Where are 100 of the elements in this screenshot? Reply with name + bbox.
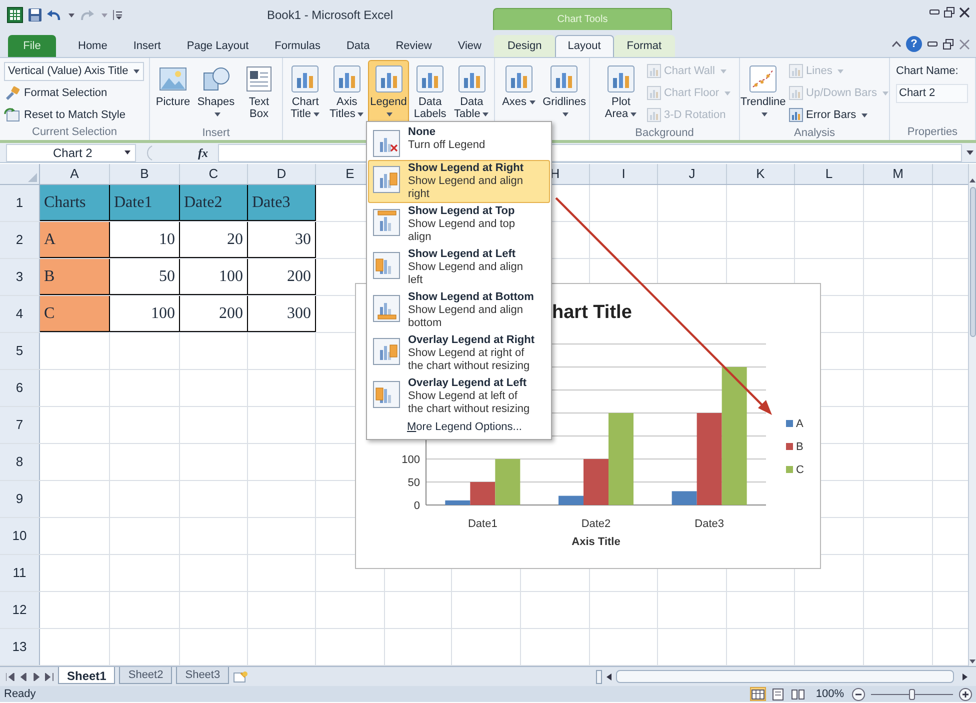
table-cell: 100 <box>110 296 180 332</box>
chart-name-field[interactable]: Chart 2 <box>896 84 968 102</box>
row-header[interactable]: 4 <box>0 296 40 332</box>
column-header[interactable]: D <box>248 164 316 184</box>
row-header[interactable]: 5 <box>0 333 40 369</box>
previous-sheet-icon[interactable] <box>19 672 28 680</box>
insert-sheet-icon[interactable] <box>233 670 250 682</box>
row-header[interactable]: 8 <box>0 444 40 480</box>
element-dropdown[interactable]: Vertical (Value) Axis Title <box>4 62 144 81</box>
ribbon-tab[interactable]: Layout <box>554 35 614 57</box>
zoom-slider-thumb[interactable] <box>909 688 915 700</box>
help-button[interactable]: ? <box>906 36 922 52</box>
row-header[interactable]: 7 <box>0 407 40 443</box>
column-header[interactable]: I <box>590 164 658 184</box>
row-header[interactable]: 13 <box>0 629 40 665</box>
scroll-thumb[interactable] <box>970 187 976 337</box>
menu-item[interactable]: Overlay Legend at Left Show Legend at left of the chart without resizing <box>368 375 550 418</box>
view-button[interactable] <box>790 687 806 701</box>
menu-item[interactable]: None Turn off Legend <box>368 124 550 160</box>
column-header[interactable]: C <box>180 164 248 184</box>
collapse-ribbon-icon[interactable] <box>892 41 901 47</box>
scroll-left-icon[interactable] <box>606 672 612 680</box>
row-header[interactable]: 2 <box>0 222 40 258</box>
scroll-up-icon[interactable] <box>969 178 976 183</box>
sheet-tab[interactable]: Sheet2 <box>119 667 172 684</box>
ribbon-button[interactable]: Trendline <box>740 60 786 126</box>
caret-icon <box>386 112 393 117</box>
name-box-value: Chart 2 <box>53 144 92 162</box>
sheet-tab[interactable]: Sheet1 <box>58 667 116 684</box>
ribbon-button[interactable]: Text Box <box>238 60 280 126</box>
ribbon-button[interactable]: Axis Titles <box>326 60 368 126</box>
close-icon[interactable] <box>959 6 970 18</box>
menu-item[interactable]: Show Legend at Bottom Show Legend and align bottom <box>368 289 550 332</box>
scroll-down-icon[interactable] <box>969 659 976 664</box>
axis-tick-label: 100 <box>402 454 420 466</box>
caret-icon <box>124 150 131 155</box>
customize-toolbar-icon[interactable] <box>113 10 122 20</box>
ribbon-tab[interactable]: Formulas <box>262 35 334 57</box>
column-header[interactable]: L <box>795 164 864 184</box>
view-button[interactable] <box>750 687 766 701</box>
caret-icon <box>720 68 727 74</box>
row-header[interactable]: 6 <box>0 370 40 406</box>
scroll-thumb[interactable] <box>616 670 954 683</box>
table-cell: Date3 <box>248 185 316 221</box>
ribbon-tab[interactable]: Design <box>494 35 555 57</box>
column-header[interactable]: B <box>110 164 180 184</box>
minimize-icon[interactable] <box>927 39 938 49</box>
minimize-icon[interactable] <box>929 7 940 17</box>
restore-icon[interactable] <box>943 38 954 50</box>
row-header[interactable]: 10 <box>0 518 40 554</box>
ribbon-tab[interactable]: Data <box>333 35 383 57</box>
next-sheet-icon[interactable] <box>32 672 41 680</box>
row-header[interactable]: 3 <box>0 259 40 295</box>
ribbon-command[interactable]: Format Selection <box>4 83 108 103</box>
menu-item[interactable]: Overlay Legend at Right Show Legend at right of the chart without resizing <box>368 332 550 375</box>
ribbon-button[interactable]: Shapes <box>195 60 237 126</box>
insert-function-button[interactable]: fx <box>198 144 214 162</box>
column-header[interactable]: M <box>864 164 933 184</box>
save-icon[interactable] <box>28 8 42 22</box>
ribbon-button[interactable]: Gridlines <box>542 60 587 126</box>
ribbon-command[interactable]: Error Bars <box>789 105 889 125</box>
column-header[interactable]: J <box>658 164 727 184</box>
menu-item[interactable]: Show Legend at Top Show Legend and top align <box>368 203 550 246</box>
ribbon-tab[interactable]: Review <box>382 35 445 57</box>
row-header[interactable]: 1 <box>0 185 40 221</box>
name-box[interactable]: Chart 2 <box>6 144 136 162</box>
column-header[interactable]: A <box>40 164 110 184</box>
sheet-tab[interactable]: Sheet3 <box>176 667 230 684</box>
bar-chart-icon <box>504 64 534 94</box>
ribbon-tab[interactable]: Insert <box>120 35 174 57</box>
zoom-out-icon[interactable] <box>852 688 865 700</box>
bar-chart-icon <box>456 64 487 94</box>
menu-item[interactable]: More Legend Options... <box>407 419 522 436</box>
ribbon-button[interactable]: Chart Title <box>285 60 326 126</box>
ribbon-tab[interactable]: View <box>444 35 494 57</box>
table-cell: 50 <box>110 259 180 295</box>
row-header[interactable]: 12 <box>0 592 40 628</box>
ribbon-tab[interactable]: Page Layout <box>174 35 262 57</box>
view-button[interactable] <box>770 687 786 701</box>
scroll-right-icon[interactable] <box>962 672 968 680</box>
chart-legend-icon <box>372 336 402 366</box>
spreadsheet-logo-icon[interactable] <box>7 7 23 23</box>
expand-formula-icon[interactable] <box>966 150 974 156</box>
ribbon-command[interactable]: Reset to Match Style <box>4 105 126 125</box>
ribbon-tab[interactable]: File <box>8 35 56 57</box>
group-label: Current Selection <box>31 125 118 140</box>
restore-icon[interactable] <box>944 6 955 18</box>
split-handle-icon[interactable] <box>596 670 602 684</box>
ribbon-tab[interactable]: Home <box>65 35 120 57</box>
last-sheet-icon[interactable] <box>45 672 54 680</box>
ribbon-button[interactable]: Plot Area <box>598 60 644 126</box>
undo-icon[interactable] <box>47 9 61 21</box>
column-header[interactable]: K <box>727 164 795 184</box>
first-sheet-icon[interactable] <box>6 672 15 680</box>
ribbon-button[interactable]: Picture <box>152 60 194 126</box>
row-header[interactable]: 11 <box>0 555 40 591</box>
menu-item[interactable]: Show Legend at Right Show Legend and align right <box>368 160 550 203</box>
ribbon-tab[interactable]: Format <box>614 35 675 57</box>
zoom-in-icon[interactable] <box>959 688 972 700</box>
row-header[interactable]: 9 <box>0 481 40 517</box>
